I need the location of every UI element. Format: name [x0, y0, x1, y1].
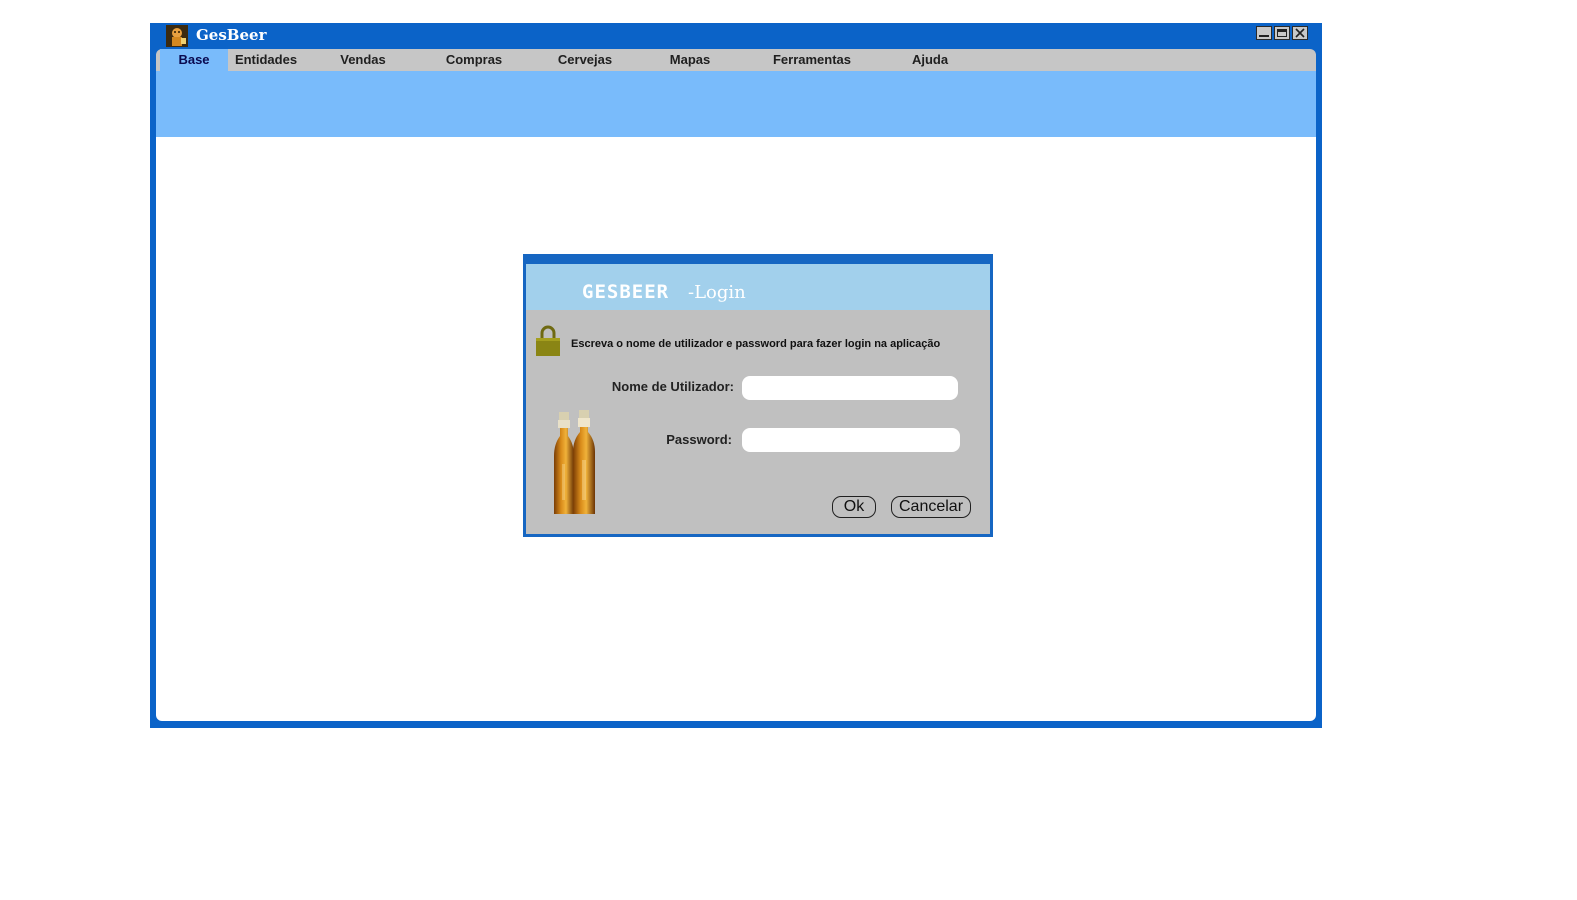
toolbar-ribbon [156, 71, 1316, 137]
menu-item-vendas[interactable]: Vendas [332, 49, 394, 71]
window-controls [1256, 26, 1308, 40]
login-header: GESBEER -Login [526, 264, 990, 310]
menu-item-cervejas[interactable]: Cervejas [550, 49, 620, 71]
menu-item-ferramentas[interactable]: Ferramentas [764, 49, 860, 71]
menu-bar: Base Entidades Vendas Compras Cervejas M… [156, 49, 1316, 71]
cancel-button[interactable]: Cancelar [891, 496, 971, 518]
login-dialog: GESBEER -Login Escreva o nome de utiliza… [523, 254, 993, 537]
password-label: Password: [666, 432, 732, 447]
login-dialog-body: GESBEER -Login Escreva o nome de utiliza… [526, 264, 990, 534]
title-bar[interactable]: GesBeer [150, 23, 1322, 49]
beer-bottles-icon [554, 410, 595, 514]
username-label: Nome de Utilizador: [611, 379, 734, 394]
menu-item-ajuda[interactable]: Ajuda [904, 49, 956, 71]
login-brand: GESBEER [582, 281, 670, 303]
beer-mascot-icon [166, 25, 188, 47]
login-subtitle: -Login [688, 282, 746, 303]
username-field[interactable] [742, 376, 958, 400]
menu-item-base[interactable]: Base [160, 49, 228, 71]
minimize-icon[interactable] [1256, 26, 1272, 40]
close-icon[interactable] [1292, 26, 1308, 40]
lock-icon [536, 325, 560, 356]
ok-button[interactable]: Ok [832, 496, 876, 518]
app-title: GesBeer [196, 26, 267, 44]
maximize-icon[interactable] [1274, 26, 1290, 40]
password-field[interactable] [742, 428, 960, 452]
menu-item-entidades[interactable]: Entidades [230, 49, 302, 71]
login-instructions: Escreva o nome de utilizador e password … [571, 338, 941, 350]
menu-item-mapas[interactable]: Mapas [660, 49, 720, 71]
menu-item-compras[interactable]: Compras [438, 49, 510, 71]
